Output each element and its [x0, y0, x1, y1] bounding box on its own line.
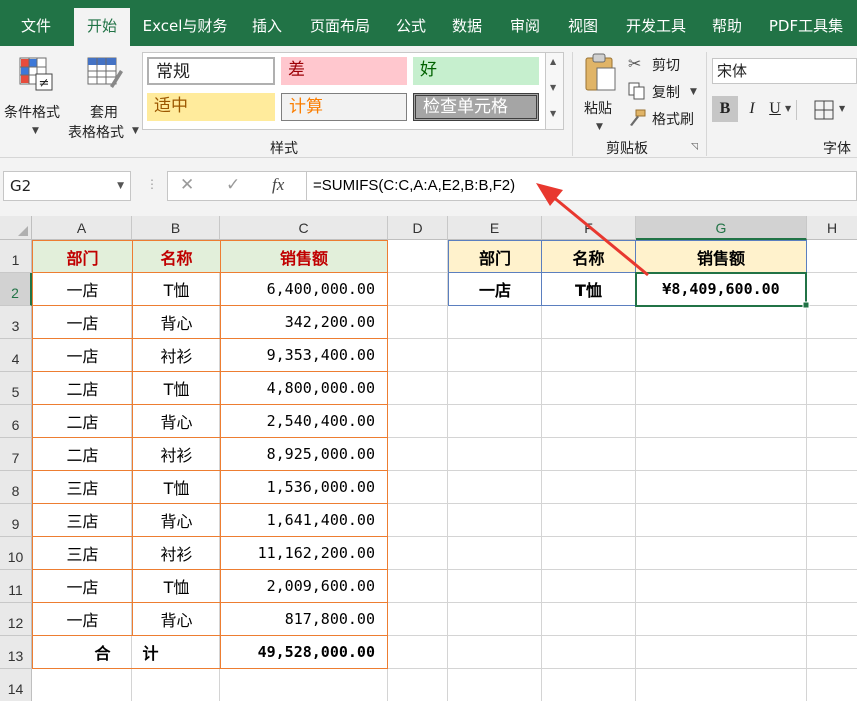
cell-c11[interactable]: 2,009,600.00: [221, 570, 387, 602]
cell-c7[interactable]: 8,925,000.00: [221, 438, 387, 470]
cell-c12[interactable]: 817,800.00: [221, 603, 387, 635]
cell-g2[interactable]: ¥8,409,600.00: [636, 273, 806, 305]
cell-b10[interactable]: 衬衫: [133, 537, 220, 569]
cell-c1[interactable]: 销售额: [221, 241, 387, 272]
cell-b3[interactable]: 背心: [133, 306, 220, 338]
cell-c4[interactable]: 9,353,400.00: [221, 339, 387, 371]
cell-a2[interactable]: 一店: [33, 273, 132, 305]
cell-b7[interactable]: 衬衫: [133, 438, 220, 470]
cell-e2[interactable]: 一店: [449, 273, 541, 305]
cell-b11[interactable]: T恤: [133, 570, 220, 602]
cell-b5[interactable]: T恤: [133, 372, 220, 404]
cell-b1[interactable]: 名称: [133, 241, 220, 272]
cell-a6[interactable]: 二店: [33, 405, 132, 437]
cell-c6[interactable]: 2,540,400.00: [221, 405, 387, 437]
cell-b6[interactable]: 背心: [133, 405, 220, 437]
cell-a5[interactable]: 二店: [33, 372, 132, 404]
cell-a1[interactable]: 部门: [33, 241, 132, 272]
cell-a12[interactable]: 一店: [33, 603, 132, 635]
cell-c10[interactable]: 11,162,200.00: [221, 537, 387, 569]
cell-c5[interactable]: 4,800,000.00: [221, 372, 387, 404]
cell-f1[interactable]: 名称: [542, 241, 635, 272]
cell-a8[interactable]: 三店: [33, 471, 132, 503]
cell-c8[interactable]: 1,536,000.00: [221, 471, 387, 503]
cell-e1[interactable]: 部门: [449, 241, 541, 272]
cell-c13-total-value[interactable]: 49,528,000.00: [221, 636, 387, 668]
cell-a3[interactable]: 一店: [33, 306, 132, 338]
cell-c9[interactable]: 1,641,400.00: [221, 504, 387, 536]
cell-a4[interactable]: 一店: [33, 339, 132, 371]
cell-b8[interactable]: T恤: [133, 471, 220, 503]
cell-f2[interactable]: T恤: [542, 273, 635, 305]
cell-a11[interactable]: 一店: [33, 570, 132, 602]
cell-g1[interactable]: 销售额: [636, 241, 806, 272]
cell-a7[interactable]: 二店: [33, 438, 132, 470]
cell-b4[interactable]: 衬衫: [133, 339, 220, 371]
cell-b2[interactable]: T恤: [133, 273, 220, 305]
cell-a10[interactable]: 三店: [33, 537, 132, 569]
cell-b12[interactable]: 背心: [133, 603, 220, 635]
cell-b9[interactable]: 背心: [133, 504, 220, 536]
cell-a9[interactable]: 三店: [33, 504, 132, 536]
cell-c3[interactable]: 342,200.00: [221, 306, 387, 338]
cell-c2[interactable]: 6,400,000.00: [221, 273, 387, 305]
cell-a13-total-label[interactable]: 合 计: [33, 636, 220, 668]
